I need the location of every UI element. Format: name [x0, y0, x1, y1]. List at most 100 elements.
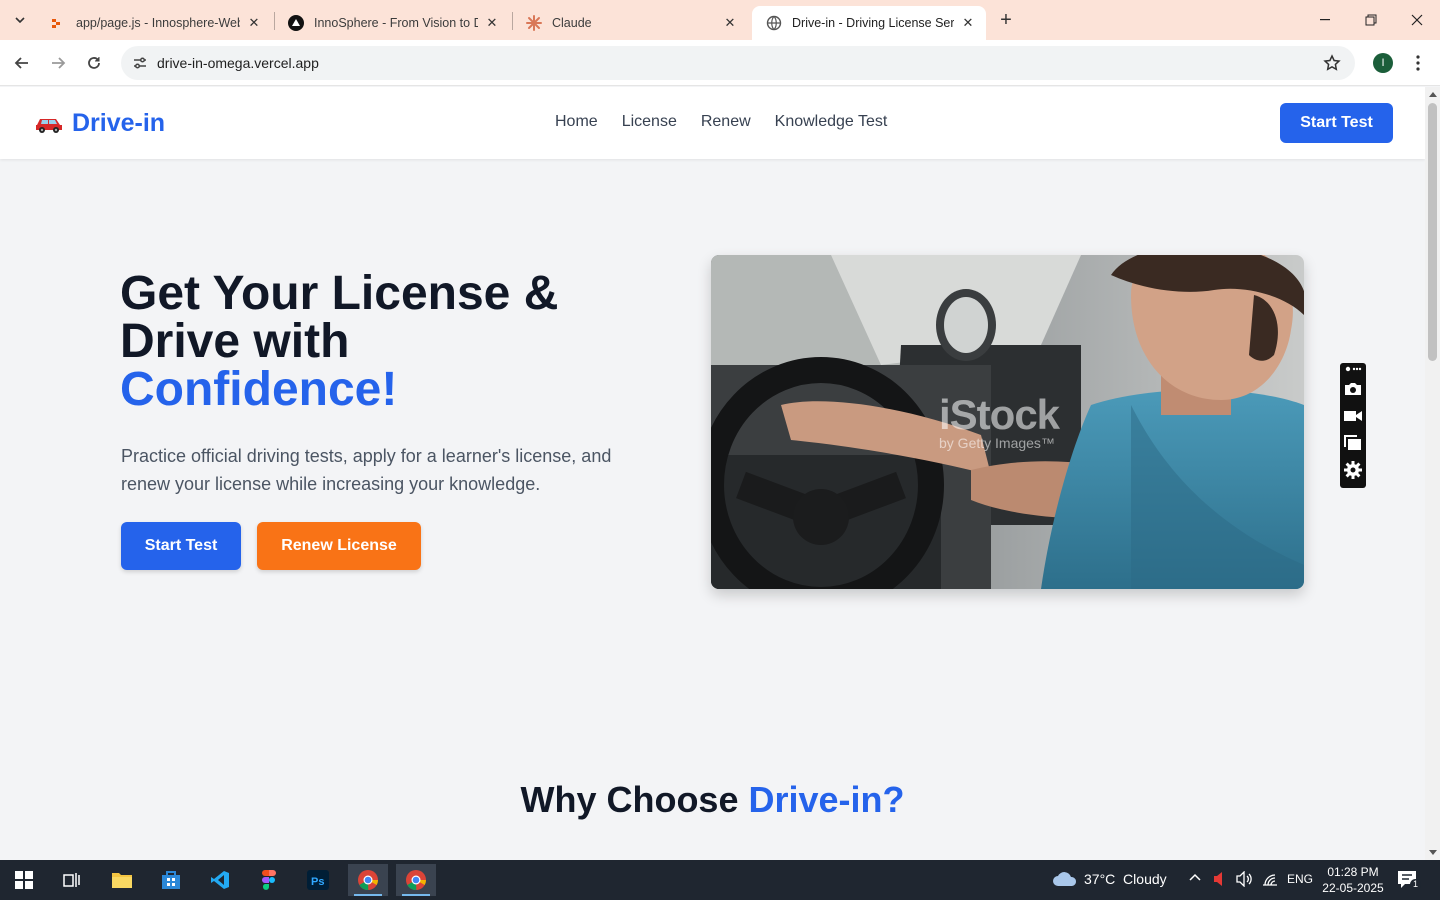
- vscode-icon: [211, 871, 229, 889]
- reload-button[interactable]: [80, 49, 108, 77]
- windows-taskbar: Ps 37°C Cloudy ENG 01:28 PM 22-05-2025 1: [0, 860, 1440, 900]
- why-title-accent: Drive-in?: [748, 779, 905, 820]
- profile-avatar[interactable]: I: [1373, 53, 1393, 73]
- close-icon[interactable]: ✕: [484, 15, 500, 31]
- image-watermark: iStock by Getty Images™: [939, 391, 1060, 451]
- minimize-icon: [1320, 19, 1330, 21]
- active-indicator: [402, 894, 430, 896]
- chrome-button-1[interactable]: [348, 864, 388, 896]
- new-tab-button[interactable]: +: [994, 8, 1018, 32]
- hero-title: Get Your License & Drive with Confidence…: [120, 270, 640, 414]
- weather-widget[interactable]: 37°C Cloudy: [1052, 871, 1167, 887]
- browser-tab-2[interactable]: InnoSphere - From Vision to De ✕: [274, 6, 510, 40]
- photoshop-icon: Ps: [307, 870, 329, 890]
- close-icon[interactable]: ✕: [246, 15, 262, 31]
- clock-time: 01:28 PM: [1327, 865, 1379, 879]
- renew-license-button[interactable]: Renew License: [257, 522, 421, 570]
- close-window-button[interactable]: [1394, 0, 1440, 40]
- video-camera-icon[interactable]: [1343, 406, 1363, 426]
- nav-link-home[interactable]: Home: [555, 113, 598, 131]
- widget-handle-icon[interactable]: [1343, 363, 1363, 375]
- vercel-triangle-icon: [288, 15, 304, 31]
- minimize-button[interactable]: [1302, 0, 1348, 40]
- forward-button[interactable]: [44, 49, 72, 77]
- site-info-icon[interactable]: [125, 55, 155, 71]
- browser-tab-1[interactable]: app/page.js - Innosphere-Webs ✕: [36, 6, 272, 40]
- hero-title-accent: Confidence!: [120, 363, 398, 416]
- notification-center-button[interactable]: 1: [1397, 870, 1421, 890]
- chrome-button-2[interactable]: [396, 864, 436, 896]
- nav-start-test-button[interactable]: Start Test: [1280, 103, 1393, 143]
- mute-speaker-icon[interactable]: [1212, 871, 1226, 890]
- address-bar[interactable]: drive-in-omega.vercel.app: [121, 46, 1355, 80]
- clock-date: 22-05-2025: [1322, 881, 1384, 895]
- tab-title: app/page.js - Innosphere-Webs: [76, 16, 240, 30]
- back-button[interactable]: [8, 49, 36, 77]
- hero-image: iStock by Getty Images™: [711, 255, 1304, 589]
- tray-chevron-up-icon[interactable]: [1188, 870, 1202, 887]
- reload-icon: [88, 57, 100, 69]
- active-indicator: [354, 894, 382, 896]
- weather-text: 37°C Cloudy: [1084, 871, 1167, 887]
- nav-link-renew[interactable]: Renew: [701, 113, 751, 131]
- hero-subtitle: Practice official driving tests, apply f…: [121, 446, 612, 494]
- windows-logo-icon: [15, 871, 33, 889]
- gear-icon[interactable]: [1343, 460, 1363, 480]
- browser-tab-3[interactable]: Claude ✕: [512, 6, 748, 40]
- tab-title: Claude: [552, 16, 592, 30]
- browser-menu-icon[interactable]: [1408, 53, 1428, 73]
- bookmark-star-icon[interactable]: [1323, 54, 1341, 77]
- notification-count: 1: [1410, 879, 1421, 890]
- watermark-main: iStock: [939, 391, 1060, 438]
- store-button[interactable]: [151, 864, 191, 896]
- file-explorer-button[interactable]: [102, 864, 142, 896]
- nav-link-knowledge-test[interactable]: Knowledge Test: [775, 113, 888, 131]
- photoshop-button[interactable]: Ps: [298, 864, 338, 896]
- close-icon: [1411, 14, 1423, 26]
- page-scrollbar[interactable]: [1425, 87, 1440, 860]
- system-clock[interactable]: 01:28 PM 22-05-2025: [1318, 864, 1388, 896]
- nav-link-license[interactable]: License: [622, 113, 677, 131]
- why-choose-heading: Why Choose Drive-in?: [0, 779, 1425, 821]
- close-icon[interactable]: ✕: [722, 15, 738, 31]
- store-icon: [162, 871, 180, 889]
- camera-icon[interactable]: [1343, 379, 1363, 399]
- gitlab-like-icon: [50, 15, 66, 31]
- cloud-icon: [1053, 872, 1077, 886]
- browser-tabstrip: app/page.js - Innosphere-Webs ✕ InnoSphe…: [0, 0, 1440, 40]
- brand-logo[interactable]: Drive-in: [34, 109, 165, 138]
- scroll-down-arrow-icon[interactable]: [1429, 850, 1437, 855]
- arrow-right-icon: [52, 57, 66, 69]
- scroll-thumb[interactable]: [1428, 103, 1437, 361]
- window-capture-icon[interactable]: [1343, 433, 1363, 453]
- watermark-sub: by Getty Images™: [939, 435, 1055, 451]
- screen-capture-widget: [1340, 363, 1366, 488]
- chevron-down-icon: [15, 17, 25, 23]
- main-menu: Home License Renew Knowledge Test: [555, 113, 911, 131]
- task-view-button[interactable]: [52, 864, 92, 896]
- arrow-left-icon: [14, 57, 28, 69]
- tab-title: InnoSphere - From Vision to De: [314, 16, 478, 30]
- site-navbar: Drive-in Home License Renew Knowledge Te…: [0, 87, 1425, 159]
- language-indicator[interactable]: ENG: [1287, 872, 1313, 886]
- figma-icon: [262, 870, 276, 890]
- start-button[interactable]: [4, 864, 44, 896]
- svg-text:Ps: Ps: [311, 876, 324, 888]
- volume-icon[interactable]: [1236, 870, 1254, 890]
- browser-tab-active[interactable]: Drive-in - Driving License Servic ✕: [752, 6, 986, 40]
- restore-button[interactable]: [1348, 0, 1394, 40]
- tab-title: Drive-in - Driving License Servic: [792, 16, 954, 30]
- hero-title-line1: Get Your License &: [120, 267, 559, 320]
- figma-button[interactable]: [249, 864, 289, 896]
- tab-search-button[interactable]: [8, 8, 32, 32]
- vscode-button[interactable]: [200, 864, 240, 896]
- start-test-button[interactable]: Start Test: [121, 522, 241, 570]
- task-view-icon: [63, 873, 80, 887]
- close-icon[interactable]: ✕: [960, 15, 976, 31]
- restore-icon: [1365, 14, 1377, 26]
- globe-icon: [766, 15, 782, 31]
- network-icon[interactable]: [1262, 872, 1278, 889]
- folder-icon: [112, 873, 132, 888]
- scroll-up-arrow-icon[interactable]: [1429, 92, 1437, 97]
- brand-name: Drive-in: [72, 109, 166, 137]
